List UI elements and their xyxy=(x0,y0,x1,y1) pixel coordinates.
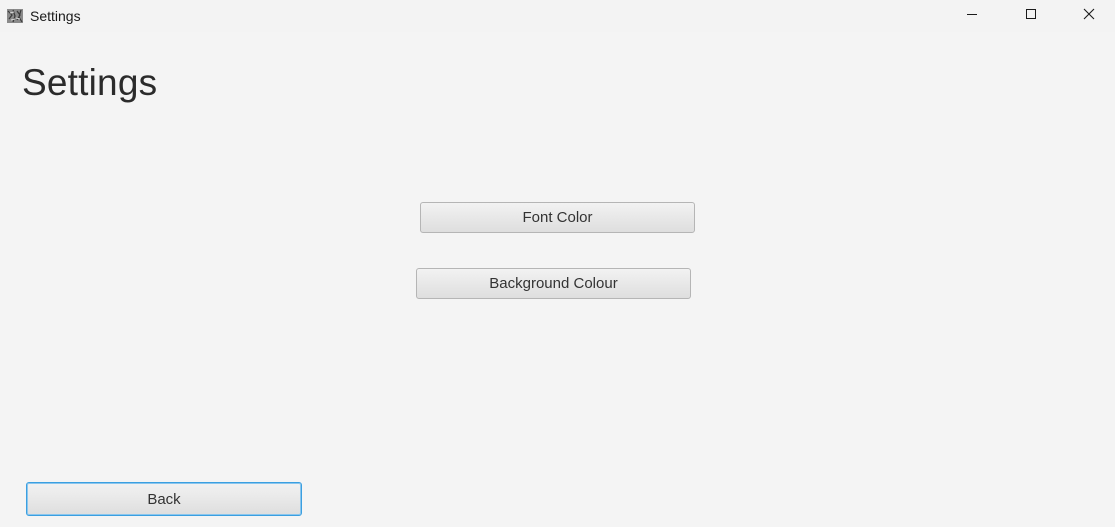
title-bar: Settings xyxy=(0,0,1115,32)
app-icon[interactable] xyxy=(6,7,24,25)
background-colour-button[interactable]: Background Colour xyxy=(416,268,691,299)
close-button[interactable] xyxy=(1066,0,1112,32)
window-title: Settings xyxy=(30,8,81,24)
close-icon xyxy=(1083,7,1095,25)
maximize-button[interactable] xyxy=(1008,0,1054,32)
minimize-icon xyxy=(966,7,978,25)
page-title: Settings xyxy=(22,62,158,103)
maximize-icon xyxy=(1025,7,1037,25)
font-color-button[interactable]: Font Color xyxy=(420,202,695,233)
back-button[interactable]: Back xyxy=(26,482,302,516)
minimize-button[interactable] xyxy=(949,0,995,32)
